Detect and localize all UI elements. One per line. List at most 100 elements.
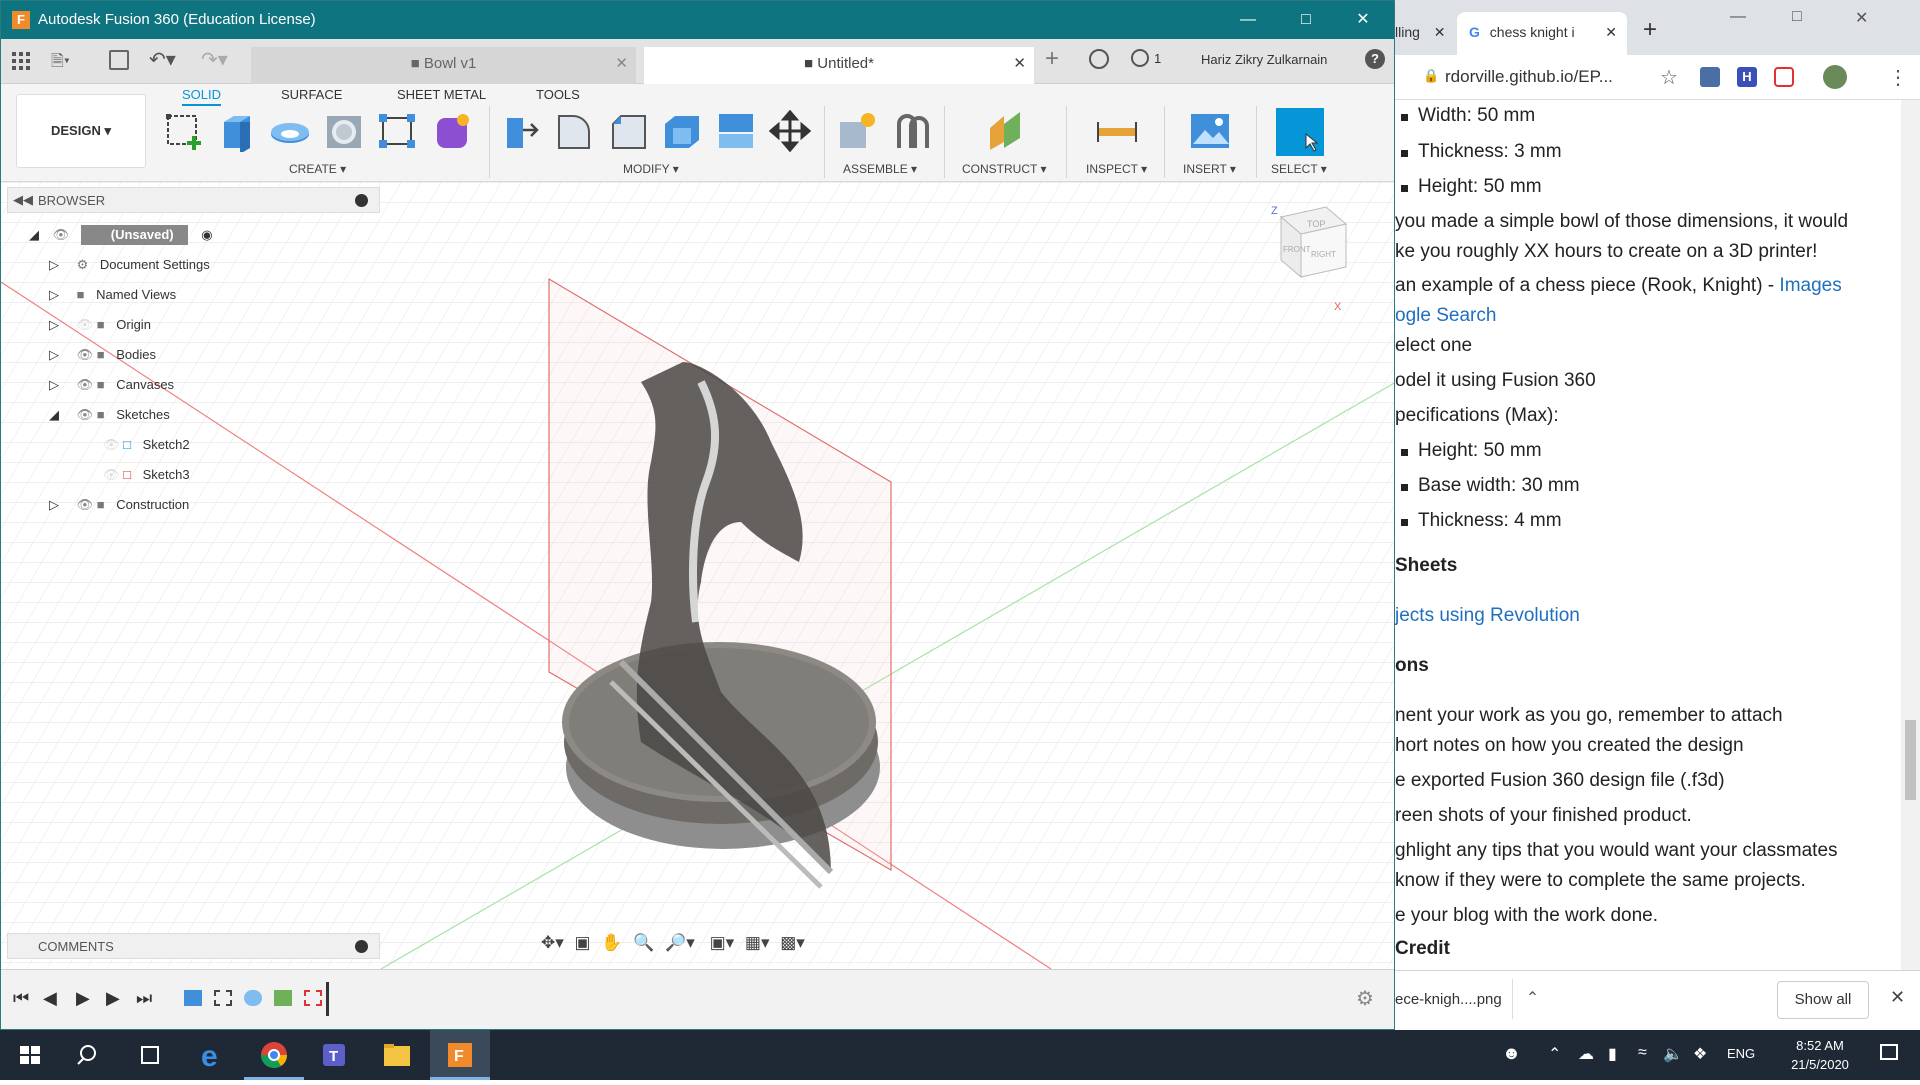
- settings-gear-icon[interactable]: ⚙: [1356, 986, 1374, 1011]
- language-indicator[interactable]: ENG: [1727, 1046, 1755, 1061]
- images-link[interactable]: Images: [1779, 275, 1841, 296]
- new-tab-icon[interactable]: +: [1643, 16, 1657, 44]
- scrollbar-thumb[interactable]: [1905, 720, 1916, 800]
- hole-icon[interactable]: [323, 110, 365, 152]
- select-group-label[interactable]: SELECT ▾: [1271, 162, 1327, 176]
- tab-surface[interactable]: SURFACE: [281, 84, 342, 106]
- chrome-icon[interactable]: [244, 1030, 304, 1080]
- user-name[interactable]: Hariz Zikry Zulkarnain: [1201, 52, 1327, 67]
- measure-icon[interactable]: [1096, 110, 1138, 152]
- revolution-link[interactable]: jects using Revolution: [1395, 605, 1580, 627]
- move-icon[interactable]: [768, 109, 812, 153]
- url-text[interactable]: rdorville.github.io/EP...: [1445, 67, 1613, 87]
- workspace-dropdown[interactable]: DESIGN ▾: [16, 94, 146, 168]
- file-menu-icon[interactable]: 🗎▾: [51, 50, 81, 72]
- tree-item-bodies[interactable]: ▷ 👁 ■ Bodies: [49, 342, 156, 368]
- eye-icon[interactable]: 👁: [77, 377, 94, 392]
- edge-icon[interactable]: e: [183, 1030, 243, 1080]
- activate-radio-icon[interactable]: ◉: [201, 227, 212, 242]
- tab-solid[interactable]: SOLID: [182, 84, 222, 106]
- tree-item-sketch2[interactable]: 👁 □ Sketch2: [103, 432, 190, 458]
- expand-arrow-icon[interactable]: ▷: [49, 347, 59, 362]
- create-sketch-icon[interactable]: [164, 110, 206, 152]
- chrome-menu-icon[interactable]: ⋮: [1888, 65, 1908, 90]
- tab-tools[interactable]: TOOLS: [536, 84, 580, 106]
- play-icon[interactable]: ▶: [76, 988, 90, 1009]
- timeline-feature-revolve[interactable]: [244, 990, 262, 1006]
- combine-icon[interactable]: [715, 110, 757, 152]
- create-group-label[interactable]: CREATE ▾: [289, 162, 346, 176]
- tree-item-canvases[interactable]: ▷ 👁 ■ Canvases: [49, 372, 174, 398]
- download-options-icon[interactable]: ⌃: [1512, 979, 1552, 1019]
- tree-item-origin[interactable]: ▷ 👁 ■ Origin: [49, 312, 151, 338]
- fillet-icon[interactable]: [553, 110, 595, 152]
- revolve-icon[interactable]: [269, 110, 311, 152]
- eye-icon[interactable]: 👁: [77, 407, 94, 422]
- tab-untitled[interactable]: ■ Untitled* ✕: [644, 47, 1034, 84]
- tree-item-sketch3[interactable]: 👁 □ Sketch3: [103, 462, 190, 488]
- add-comment-icon[interactable]: [355, 940, 368, 953]
- expand-arrow-icon[interactable]: ▷: [49, 497, 59, 512]
- fit-icon[interactable]: 🔎▾: [665, 933, 695, 952]
- undo-icon[interactable]: ↶▾: [149, 47, 176, 72]
- fusion-taskbar-icon[interactable]: F: [430, 1030, 490, 1080]
- onedrive-icon[interactable]: ☁: [1578, 1044, 1594, 1064]
- redo-icon[interactable]: ↷▾: [201, 47, 228, 72]
- show-hidden-icons[interactable]: ⌃: [1548, 1044, 1561, 1064]
- eye-hidden-icon[interactable]: 👁: [77, 317, 94, 332]
- pattern-icon[interactable]: [377, 110, 419, 152]
- look-at-icon[interactable]: ▣: [575, 933, 591, 952]
- close-tab-icon[interactable]: ✕: [1605, 12, 1617, 52]
- tab-bowl[interactable]: ■ Bowl v1 ✕: [251, 47, 636, 84]
- download-filename[interactable]: ece-knigh....png: [1395, 991, 1502, 1008]
- search-icon[interactable]: [60, 1030, 120, 1080]
- create-form-icon[interactable]: [431, 110, 473, 152]
- press-pull-icon[interactable]: [501, 110, 543, 152]
- scrollbar[interactable]: [1901, 100, 1920, 970]
- expand-arrow-icon[interactable]: ▷: [49, 317, 59, 332]
- display-settings-icon[interactable]: ▣▾: [710, 933, 735, 952]
- eye-hidden-icon[interactable]: 👁: [103, 437, 120, 452]
- close-tab-icon[interactable]: ✕: [615, 47, 628, 81]
- viewports-icon[interactable]: ▩▾: [780, 933, 805, 952]
- app-grid-icon[interactable]: [12, 52, 30, 70]
- last-step-icon[interactable]: ⏭: [136, 988, 152, 1009]
- bookmark-star-icon[interactable]: ☆: [1660, 65, 1678, 90]
- collapse-arrow-icon[interactable]: ◢: [49, 407, 59, 422]
- next-step-icon[interactable]: ▶: [106, 988, 120, 1009]
- teams-icon[interactable]: T: [305, 1030, 365, 1080]
- previous-step-icon[interactable]: ◀: [43, 988, 57, 1009]
- pan-icon[interactable]: ✋: [601, 933, 622, 952]
- eye-icon[interactable]: 👁: [77, 497, 94, 512]
- minimize-button[interactable]: —: [1218, 1, 1278, 39]
- select-icon[interactable]: [1276, 108, 1324, 156]
- tree-item-document-settings[interactable]: ▷ ⚙ Document Settings: [49, 252, 210, 278]
- tree-item-sketches[interactable]: ◢ 👁 ■ Sketches: [49, 402, 170, 428]
- lock-icon[interactable]: 🔒: [1423, 68, 1439, 84]
- tab-sheet-metal[interactable]: SHEET METAL: [397, 84, 486, 106]
- close-tab-icon[interactable]: ✕: [1013, 47, 1026, 81]
- close-tab-icon[interactable]: ✕: [1434, 24, 1446, 40]
- minimize-button[interactable]: —: [1730, 8, 1746, 26]
- expand-arrow-icon[interactable]: ▷: [49, 377, 59, 392]
- timeline-marker[interactable]: [326, 982, 329, 1016]
- timeline-feature-sketch[interactable]: [214, 990, 232, 1006]
- battery-icon[interactable]: ▮: [1608, 1044, 1617, 1064]
- zoom-icon[interactable]: 🔍: [633, 933, 654, 952]
- volume-icon[interactable]: 🔈: [1663, 1044, 1683, 1064]
- first-step-icon[interactable]: ⏮: [13, 988, 29, 1009]
- maximize-button[interactable]: □: [1276, 1, 1336, 39]
- file-explorer-icon[interactable]: [367, 1030, 427, 1080]
- insert-group-label[interactable]: INSERT ▾: [1183, 162, 1236, 176]
- maximize-button[interactable]: □: [1792, 8, 1802, 26]
- grid-icon[interactable]: ▦▾: [745, 933, 770, 952]
- orbit-icon[interactable]: ✥▾: [541, 933, 564, 952]
- chrome-tab-active[interactable]: G chess knight i ✕: [1457, 12, 1627, 56]
- inspect-group-label[interactable]: INSPECT ▾: [1086, 162, 1147, 176]
- extension-h-icon[interactable]: H: [1737, 67, 1757, 87]
- tree-root[interactable]: ◢ 👁 (Unsaved) ◉: [29, 222, 213, 248]
- construct-group-label[interactable]: CONSTRUCT ▾: [962, 162, 1046, 176]
- modify-group-label[interactable]: MODIFY ▾: [623, 162, 679, 176]
- timeline-feature-canvas[interactable]: [184, 990, 202, 1006]
- new-tab-icon[interactable]: +: [1045, 45, 1059, 73]
